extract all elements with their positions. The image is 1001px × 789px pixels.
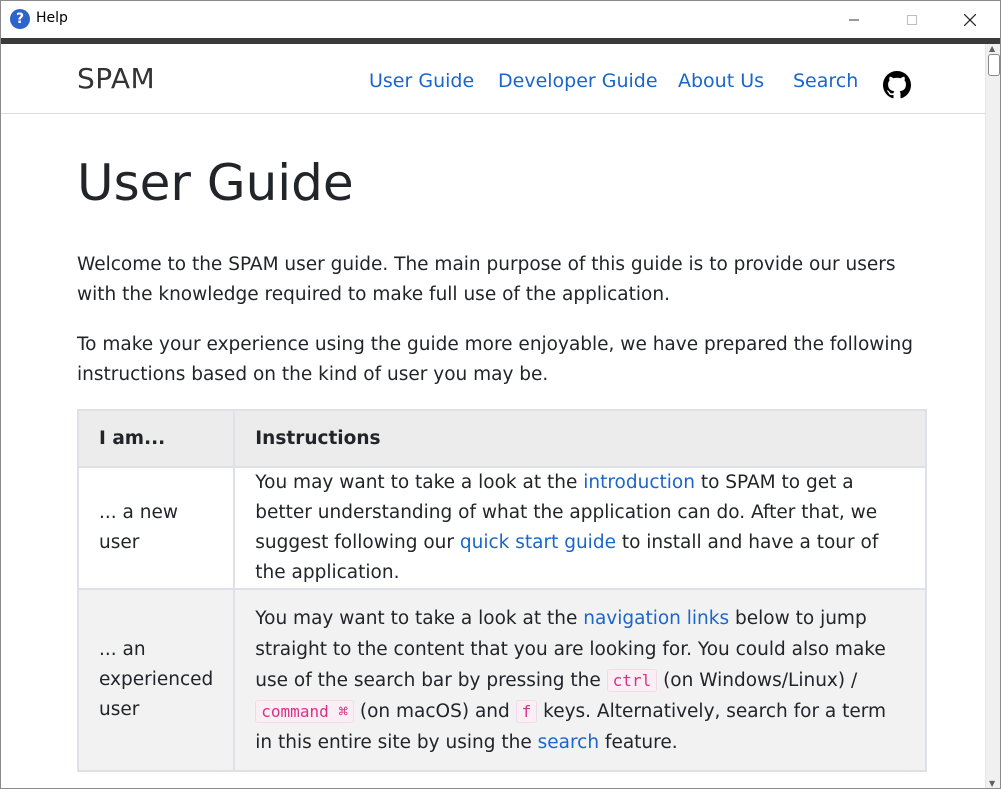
- close-icon: [964, 13, 976, 26]
- f-key: f: [515, 699, 538, 723]
- introduction-link[interactable]: introduction: [583, 472, 695, 493]
- scroll-up-icon[interactable]: ▲: [989, 44, 995, 53]
- header-i-am: I am...: [76, 409, 236, 468]
- help-window: ? Help SPAM User Guide Developer Guide A…: [0, 0, 1001, 789]
- help-icon: ?: [10, 9, 30, 29]
- page-title: User Guide: [77, 154, 354, 212]
- navigation-links-link[interactable]: navigation links: [583, 608, 729, 629]
- maximize-button[interactable]: [889, 1, 935, 38]
- nav-developer-guide[interactable]: Developer Guide: [498, 70, 658, 92]
- nav-about-us[interactable]: About Us: [678, 70, 764, 92]
- instructions-cell: You may want to take a look at the intro…: [233, 466, 927, 590]
- nav-search[interactable]: Search: [793, 70, 858, 92]
- prep-paragraph: To make your experience using the guide …: [77, 334, 913, 385]
- user-type-table: I am... Instructions ... a new user You …: [76, 409, 927, 772]
- title-bar[interactable]: ? Help: [1, 1, 1000, 38]
- table-row: ... an experienced user You may want to …: [76, 588, 927, 772]
- scroll-thumb[interactable]: [988, 54, 1000, 76]
- table-header-row: I am... Instructions: [76, 409, 927, 468]
- intro-paragraph: Welcome to the SPAM user guide. The main…: [77, 254, 896, 305]
- site-brand[interactable]: SPAM: [77, 62, 155, 95]
- site-navbar: SPAM User Guide Developer Guide About Us…: [1, 44, 985, 114]
- nav-user-guide[interactable]: User Guide: [369, 70, 474, 92]
- instructions-cell: You may want to take a look at the navig…: [233, 588, 927, 772]
- quick-start-guide-link[interactable]: quick start guide: [460, 532, 616, 553]
- vertical-scrollbar[interactable]: ▲ ▼: [985, 44, 1000, 788]
- search-link[interactable]: search: [538, 732, 599, 753]
- user-type-cell: ... an experienced user: [76, 588, 236, 772]
- minimize-icon: [849, 19, 859, 20]
- instruction-text: feature.: [599, 731, 678, 753]
- instruction-text: (on Windows/Linux) /: [657, 669, 858, 691]
- close-button[interactable]: [947, 1, 993, 38]
- github-icon[interactable]: [883, 71, 911, 99]
- instruction-text: You may want to take a look at the: [255, 607, 584, 629]
- table-row: ... a new user You may want to take a lo…: [76, 466, 927, 590]
- instruction-text: (on macOS) and: [353, 700, 516, 722]
- minimize-button[interactable]: [831, 1, 877, 38]
- user-type-cell: ... a new user: [76, 466, 236, 590]
- command-key: command ⌘: [255, 699, 354, 723]
- scroll-down-icon[interactable]: ▼: [989, 779, 995, 788]
- window-title: Help: [36, 10, 68, 26]
- maximize-icon: [907, 14, 917, 25]
- content-viewport: SPAM User Guide Developer Guide About Us…: [1, 44, 985, 788]
- instruction-text: You may want to take a look at the: [255, 472, 584, 493]
- header-instructions: Instructions: [233, 409, 927, 468]
- ctrl-key: ctrl: [606, 668, 658, 692]
